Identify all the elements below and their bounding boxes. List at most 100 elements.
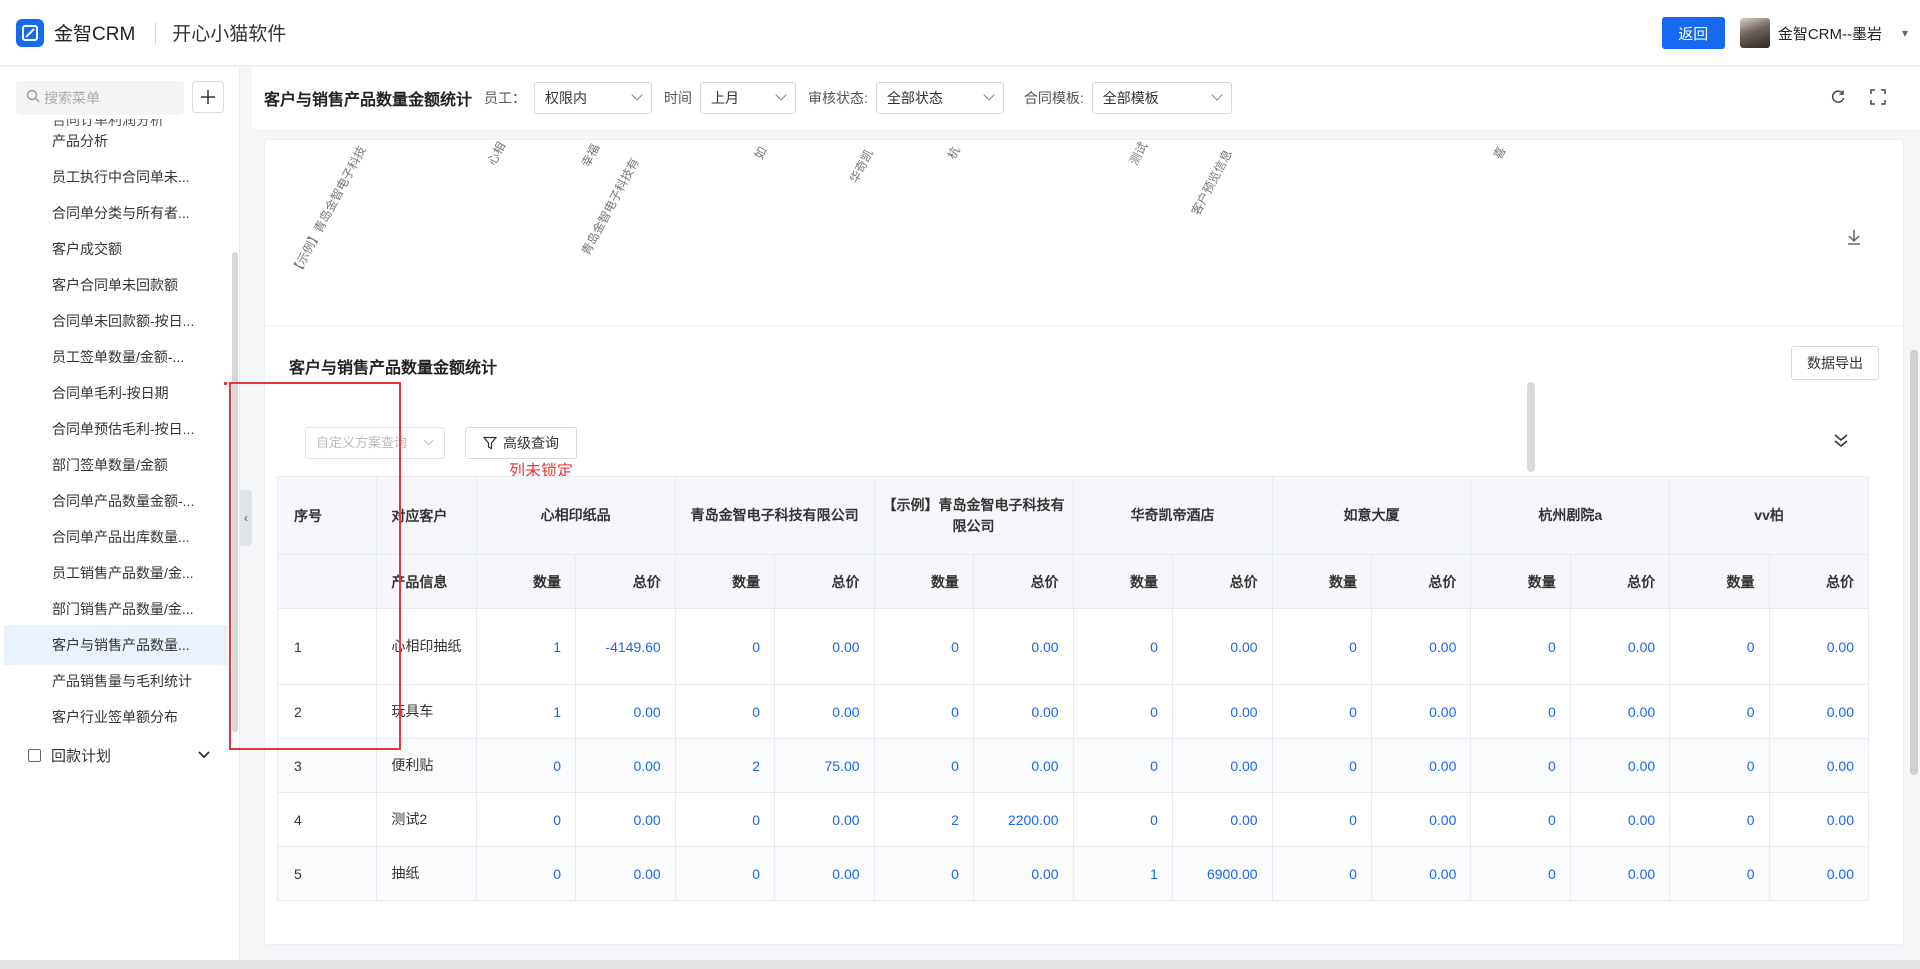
cell-quantity[interactable]: 0 (1271, 738, 1372, 793)
cell-total[interactable]: 0.00 (1569, 792, 1671, 847)
cell-total[interactable]: 0.00 (774, 608, 875, 685)
cell-quantity[interactable]: 0 (475, 738, 577, 793)
refresh-icon[interactable] (1826, 85, 1850, 109)
col-header-customer[interactable]: 对应客户 (376, 476, 477, 555)
menu-search-input[interactable]: 搜索菜单 (16, 81, 184, 115)
col-header-quantity[interactable]: 数量 (1271, 554, 1372, 609)
cell-quantity[interactable]: 0 (674, 608, 776, 685)
sidebar-item[interactable]: 客户行业签单额分布 (4, 697, 228, 737)
user-menu-caret-icon[interactable]: ▾ (1902, 26, 1908, 40)
cell-quantity[interactable]: 0 (674, 684, 776, 739)
sidebar-item[interactable]: 客户成交额 (4, 229, 228, 269)
col-header-total[interactable]: 总价 (1768, 554, 1869, 609)
cell-quantity[interactable]: 0 (873, 738, 974, 793)
horizontal-scrollbar[interactable] (0, 960, 1920, 969)
cell-quantity[interactable]: 0 (1072, 684, 1173, 739)
col-header-customer-group[interactable]: 心相印纸品 (475, 476, 676, 555)
col-header-index[interactable]: 序号 (277, 476, 378, 555)
table-scrollbar[interactable] (1527, 382, 1535, 472)
sidebar-item[interactable]: 合同单分类与所有者... (4, 193, 228, 233)
cell-total[interactable]: 0.00 (1569, 846, 1671, 901)
cell-quantity[interactable]: 0 (1470, 846, 1571, 901)
employee-select[interactable]: 权限内 (534, 82, 653, 114)
cell-total[interactable]: 0.00 (1768, 608, 1869, 685)
col-header-customer-group[interactable]: 杭州剧院a (1470, 476, 1671, 555)
cell-quantity[interactable]: 2 (873, 792, 974, 847)
table-row[interactable]: 1 心相印抽纸 1 -4149.60 0 0.00 0 0.00 0 0.00 0 0.00 0 0.00… (277, 608, 1869, 685)
scheme-select[interactable]: 自定义方案查询 (305, 427, 445, 459)
cell-total[interactable]: 0.00 (1171, 792, 1273, 847)
cell-total[interactable]: 0.00 (1171, 608, 1273, 685)
cell-total[interactable]: 0.00 (774, 792, 875, 847)
col-header-total[interactable]: 总价 (1370, 554, 1472, 609)
col-header-total[interactable]: 总价 (1171, 554, 1273, 609)
cell-quantity[interactable]: 0 (1271, 684, 1372, 739)
table-row[interactable]: 2 玩具车 1 0.00 0 0.00 0 0.00 0 0.00 0 0.00 0 0.00 0 0.00 (277, 684, 1869, 739)
cell-total[interactable]: 0.00 (972, 738, 1074, 793)
cell-total[interactable]: 0.00 (1569, 684, 1671, 739)
cell-total[interactable]: 0.00 (575, 684, 676, 739)
cell-quantity[interactable]: 0 (1072, 608, 1173, 685)
cell-total[interactable]: 0.00 (1370, 608, 1472, 685)
cell-quantity[interactable]: 0 (1669, 738, 1770, 793)
cell-quantity[interactable]: 2 (674, 738, 776, 793)
double-chevron-down-icon[interactable] (1833, 432, 1849, 451)
cell-total[interactable]: 0.00 (575, 846, 676, 901)
col-header-customer-group[interactable]: 【示例】青岛金智电子科技有限公司 (873, 476, 1074, 555)
sidebar-item[interactable]: 部门销售产品数量/金... (4, 589, 228, 629)
cell-quantity[interactable]: 0 (1470, 608, 1571, 685)
col-header-quantity[interactable]: 数量 (1669, 554, 1770, 609)
cell-total[interactable]: 0.00 (1370, 684, 1472, 739)
col-header-total[interactable]: 总价 (774, 554, 875, 609)
cell-quantity[interactable]: 0 (1669, 684, 1770, 739)
col-header-customer-group[interactable]: vv柏 (1669, 476, 1869, 555)
sidebar-collapse-icon[interactable]: ‹ (240, 490, 252, 546)
sidebar-item[interactable]: 合同单产品出库数量... (4, 517, 228, 557)
cell-quantity[interactable]: 0 (475, 792, 577, 847)
cell-total[interactable]: 0.00 (1171, 684, 1273, 739)
template-select[interactable]: 全部模板 (1091, 82, 1232, 114)
cell-total[interactable]: 75.00 (774, 738, 875, 793)
cell-total[interactable]: 0.00 (1370, 792, 1472, 847)
col-header-total[interactable]: 总价 (972, 554, 1074, 609)
cell-quantity[interactable]: 0 (873, 684, 974, 739)
cell-total[interactable]: 0.00 (1768, 738, 1869, 793)
sidebar-group-payment-plan[interactable]: 回款计划 (0, 735, 232, 775)
col-header-total[interactable]: 总价 (575, 554, 676, 609)
cell-quantity[interactable]: 0 (1669, 846, 1770, 901)
cell-quantity[interactable]: 0 (1072, 792, 1173, 847)
cell-quantity[interactable]: 0 (1271, 792, 1372, 847)
download-icon[interactable] (1845, 228, 1863, 249)
cell-total[interactable]: 0.00 (1171, 738, 1273, 793)
sidebar-item[interactable]: 产品销售量与毛利统计 (4, 661, 228, 701)
col-header-total[interactable]: 总价 (1569, 554, 1671, 609)
audit-select[interactable]: 全部状态 (875, 82, 1004, 114)
table-row[interactable]: 5 抽纸 0 0.00 0 0.00 0 0.00 1 6900.00 0 0.00 0 0.00 0 0.0… (277, 846, 1869, 901)
sidebar-scrollbar[interactable] (232, 252, 238, 732)
cell-total[interactable]: 0.00 (972, 846, 1074, 901)
cell-total[interactable]: 2200.00 (972, 792, 1074, 847)
cell-quantity[interactable]: 0 (1669, 608, 1770, 685)
table-row[interactable]: 4 测试2 0 0.00 0 0.00 2 2200.00 0 0.00 0 0.00 0 0.00 0 0.… (277, 792, 1869, 847)
back-button[interactable]: 返回 (1661, 17, 1725, 49)
cell-total[interactable]: 0.00 (1768, 792, 1869, 847)
advanced-query-button[interactable]: 高级查询 (465, 427, 577, 459)
cell-quantity[interactable]: 0 (674, 792, 776, 847)
cell-quantity[interactable]: 0 (873, 846, 974, 901)
cell-quantity[interactable]: 1 (1072, 846, 1173, 901)
sidebar-item[interactable]: 员工执行中合同单未... (4, 157, 228, 197)
cell-total[interactable]: 0.00 (1569, 738, 1671, 793)
sidebar-item-active[interactable]: 客户与销售产品数量... (4, 625, 228, 665)
fullscreen-icon[interactable] (1866, 85, 1890, 109)
cell-total[interactable]: 0.00 (1370, 846, 1472, 901)
sidebar-item[interactable]: 合同单产品数量金额-... (4, 481, 228, 521)
cell-quantity[interactable]: 1 (475, 684, 577, 739)
cell-total[interactable]: 0.00 (1569, 608, 1671, 685)
export-button[interactable]: 数据导出 (1791, 346, 1879, 380)
cell-total[interactable]: 0.00 (774, 684, 875, 739)
cell-total[interactable]: 0.00 (1370, 738, 1472, 793)
cell-quantity[interactable]: 0 (1470, 792, 1571, 847)
sidebar-item[interactable]: 合同单毛利-按日期 (4, 373, 228, 413)
col-header-quantity[interactable]: 数量 (873, 554, 974, 609)
cell-total[interactable]: 0.00 (972, 608, 1074, 685)
